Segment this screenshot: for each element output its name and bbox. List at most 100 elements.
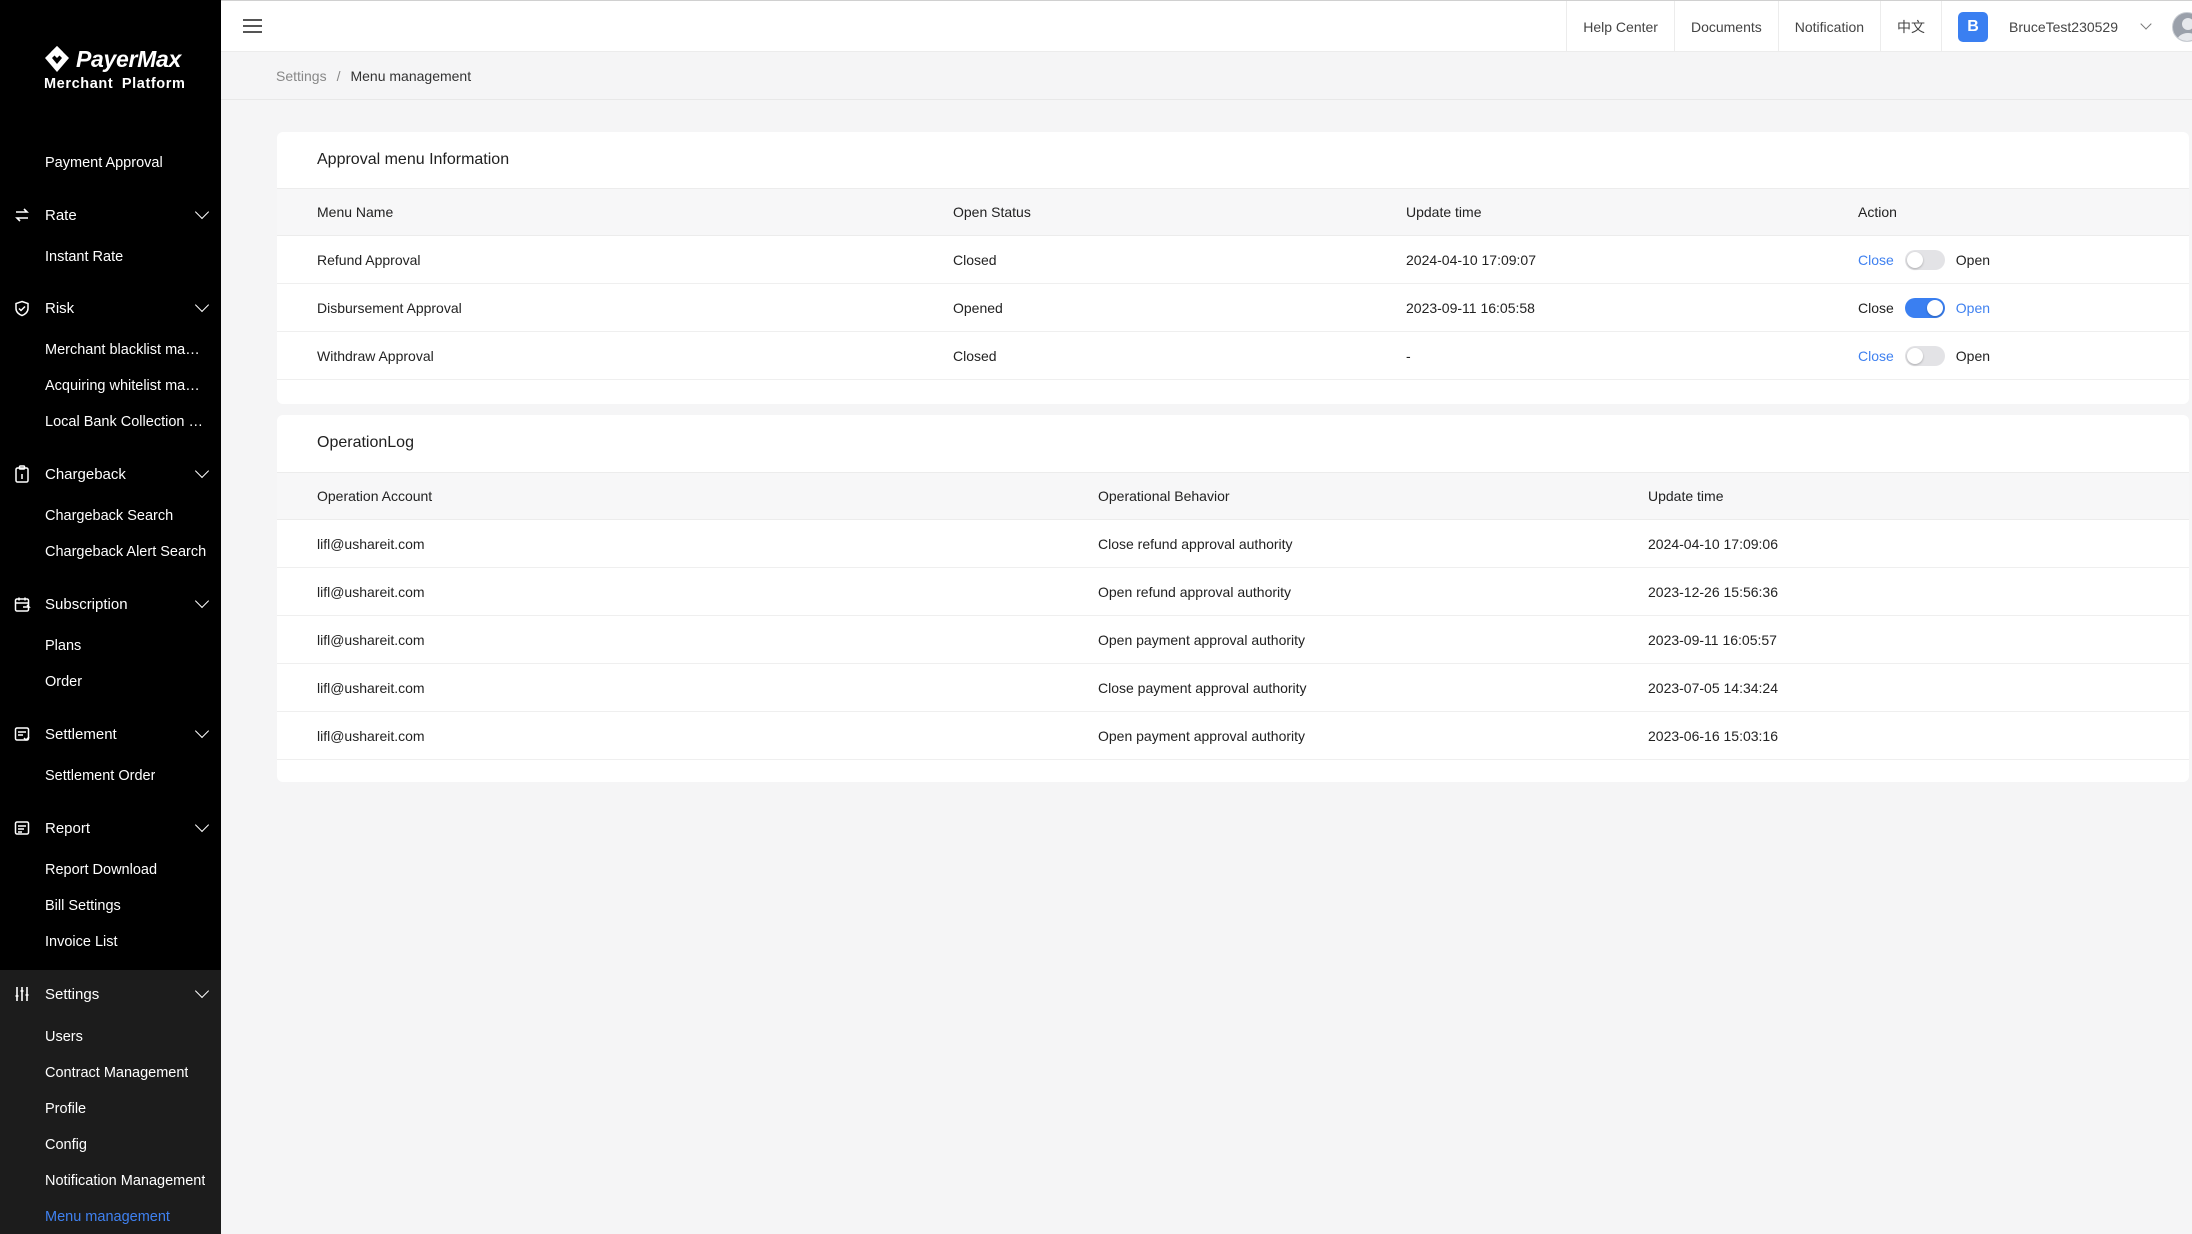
- approval-toggle-switch[interactable]: [1904, 297, 1945, 318]
- chevron-down-icon[interactable]: [194, 723, 210, 739]
- sidebar-group-chargeback[interactable]: Chargeback: [0, 456, 221, 492]
- operation-account-cell: lifl@ushareit.com: [317, 727, 425, 744]
- operational-behavior-cell: Open refund approval authority: [1098, 583, 1292, 600]
- sidebar-item-label: Risk: [45, 299, 75, 317]
- sidebar-item-contract-management[interactable]: Contract Management: [0, 1055, 221, 1091]
- open-option[interactable]: Open: [1956, 252, 1990, 268]
- sidebar-item-label: Chargeback Alert Search: [45, 544, 207, 560]
- sliders-icon: [13, 985, 31, 1003]
- operation-account-cell: lifl@ushareit.com: [317, 583, 425, 600]
- menu-toggle-icon[interactable]: [243, 19, 262, 33]
- operational-behavior-cell: Open payment approval authority: [1098, 727, 1306, 744]
- menu-name-cell: Refund Approval: [317, 251, 421, 268]
- sidebar-item-chargeback-alert-search[interactable]: Chargeback Alert Search: [0, 534, 221, 570]
- table-row: lifl@ushareit.com Open payment approval a…: [277, 712, 2189, 760]
- breadcrumb-current: Menu management: [350, 67, 472, 84]
- menu-name-cell: Withdraw Approval: [317, 347, 434, 364]
- table-row: Refund Approval Closed 2024-04-10 17:09:07…: [277, 236, 2189, 284]
- close-option[interactable]: Close: [1858, 252, 1894, 268]
- col-operational-behavior: Operational Behavior: [1098, 488, 1230, 504]
- table-row: Disbursement Approval Opened 2023-09-11 16…: [277, 284, 2189, 332]
- chevron-down-icon[interactable]: [194, 204, 210, 220]
- user-profile-avatar[interactable]: [2172, 11, 2192, 42]
- open-status-cell: Closed: [953, 347, 997, 364]
- sidebar-item-users[interactable]: Users: [0, 1019, 221, 1055]
- open-option[interactable]: Open: [1956, 348, 1990, 364]
- sidebar-item-label: Order: [45, 674, 83, 690]
- sidebar-item-label: Chargeback Search: [45, 508, 174, 524]
- sidebar-item-label: Settings: [45, 985, 100, 1003]
- sidebar-item-acquiring-whitelist[interactable]: Acquiring whitelist management: [0, 368, 221, 404]
- log-time-cell: 2023-12-26 15:56:36: [1648, 583, 1778, 600]
- sidebar-item-order[interactable]: Order: [0, 664, 221, 700]
- menu-name-cell: Disbursement Approval: [317, 299, 462, 316]
- sidebar-group-subscription[interactable]: Subscription: [0, 586, 221, 622]
- header-actions: Help Center Documents Notification 中文 B …: [1566, 1, 2192, 52]
- sidebar-group-report[interactable]: Report: [0, 810, 221, 846]
- ledger-icon: [13, 725, 31, 743]
- col-open-status: Open Status: [953, 204, 1031, 220]
- approval-table-header: Menu Name Open Status Update time Action: [277, 188, 2189, 236]
- chevron-down-icon[interactable]: [194, 593, 210, 609]
- brand-subtitle: Merchant Platform: [44, 76, 186, 92]
- close-option[interactable]: Close: [1858, 300, 1894, 316]
- sidebar-item-local-bank-collection[interactable]: Local Bank Collection List: [0, 404, 221, 440]
- operation-account-cell: lifl@ushareit.com: [317, 631, 425, 648]
- username: BruceTest230529: [2009, 18, 2118, 35]
- sidebar-item-notification-management[interactable]: Notification Management: [0, 1163, 221, 1199]
- log-time-cell: 2023-09-11 16:05:57: [1648, 631, 1777, 648]
- help-center-link[interactable]: Help Center: [1566, 1, 1674, 52]
- approval-menu-card: Approval menu Information Menu Name Open…: [277, 132, 2189, 404]
- sidebar-item-config[interactable]: Config: [0, 1127, 221, 1163]
- sidebar-item-invoice-list[interactable]: Invoice List: [0, 924, 221, 960]
- approval-card-title: Approval menu Information: [317, 151, 510, 168]
- payermax-logo-icon: [42, 44, 72, 74]
- brand-logo[interactable]: PayerMax Merchant Platform: [42, 44, 202, 100]
- approval-toggle-switch[interactable]: [1904, 249, 1945, 270]
- chevron-down-icon[interactable]: [194, 983, 210, 999]
- sidebar-item-label: Instant Rate: [45, 249, 124, 265]
- notification-link[interactable]: Notification: [1777, 1, 1880, 52]
- sidebar: PayerMax Merchant Platform Payment Appro…: [0, 0, 221, 1234]
- sidebar-item-label: Merchant blacklist management: [45, 342, 207, 358]
- col-log-update-time: Update time: [1648, 488, 1724, 504]
- chevron-down-icon: [2140, 18, 2152, 30]
- update-time-cell: 2023-09-11 16:05:58: [1406, 299, 1535, 316]
- sidebar-item-menu-management[interactable]: Menu management: [0, 1199, 221, 1234]
- brand-name: PayerMax: [76, 45, 182, 72]
- close-option[interactable]: Close: [1858, 348, 1894, 364]
- sidebar-item-bill-settings[interactable]: Bill Settings: [0, 888, 221, 924]
- documents-link[interactable]: Documents: [1673, 1, 1778, 52]
- sidebar-item-instant-rate[interactable]: Instant Rate: [0, 239, 221, 275]
- sidebar-item-label: Rate: [45, 206, 77, 224]
- col-action: Action: [1858, 204, 1897, 220]
- shield-check-icon: [13, 299, 31, 317]
- user-menu[interactable]: B BruceTest230529: [1941, 1, 2192, 52]
- approval-toggle-switch[interactable]: [1904, 345, 1945, 366]
- language-switch[interactable]: 中文: [1880, 1, 1941, 52]
- sidebar-item-merchant-blacklist[interactable]: Merchant blacklist management: [0, 332, 221, 368]
- sidebar-item-settlement-order[interactable]: Settlement Order: [0, 758, 221, 794]
- sidebar-item-payment-approval[interactable]: Payment Approval: [0, 145, 221, 181]
- sidebar-item-plans[interactable]: Plans: [0, 628, 221, 664]
- col-operation-account: Operation Account: [317, 488, 433, 504]
- chevron-down-icon[interactable]: [194, 463, 210, 479]
- operation-log-card: OperationLog Operation Account Operation…: [277, 415, 2189, 782]
- sidebar-group-settings[interactable]: Settings: [0, 976, 221, 1012]
- breadcrumb-settings[interactable]: Settings: [276, 68, 327, 84]
- action-cell: Close Open: [1858, 332, 1990, 379]
- chevron-down-icon[interactable]: [194, 297, 210, 313]
- chevron-down-icon[interactable]: [194, 817, 210, 833]
- sidebar-group-settlement[interactable]: Settlement: [0, 716, 221, 752]
- sidebar-item-profile[interactable]: Profile: [0, 1091, 221, 1127]
- sidebar-item-label: Chargeback: [45, 465, 126, 483]
- open-option[interactable]: Open: [1956, 300, 1990, 316]
- operation-account-cell: lifl@ushareit.com: [317, 535, 425, 552]
- sidebar-item-label: Contract Management: [45, 1065, 189, 1081]
- sidebar-item-report-download[interactable]: Report Download: [0, 852, 221, 888]
- clipboard-icon: [13, 465, 31, 483]
- sidebar-group-risk[interactable]: Risk: [0, 290, 221, 326]
- sidebar-item-chargeback-search[interactable]: Chargeback Search: [0, 498, 221, 534]
- col-update-time: Update time: [1406, 204, 1482, 220]
- sidebar-group-rate[interactable]: Rate: [0, 197, 221, 233]
